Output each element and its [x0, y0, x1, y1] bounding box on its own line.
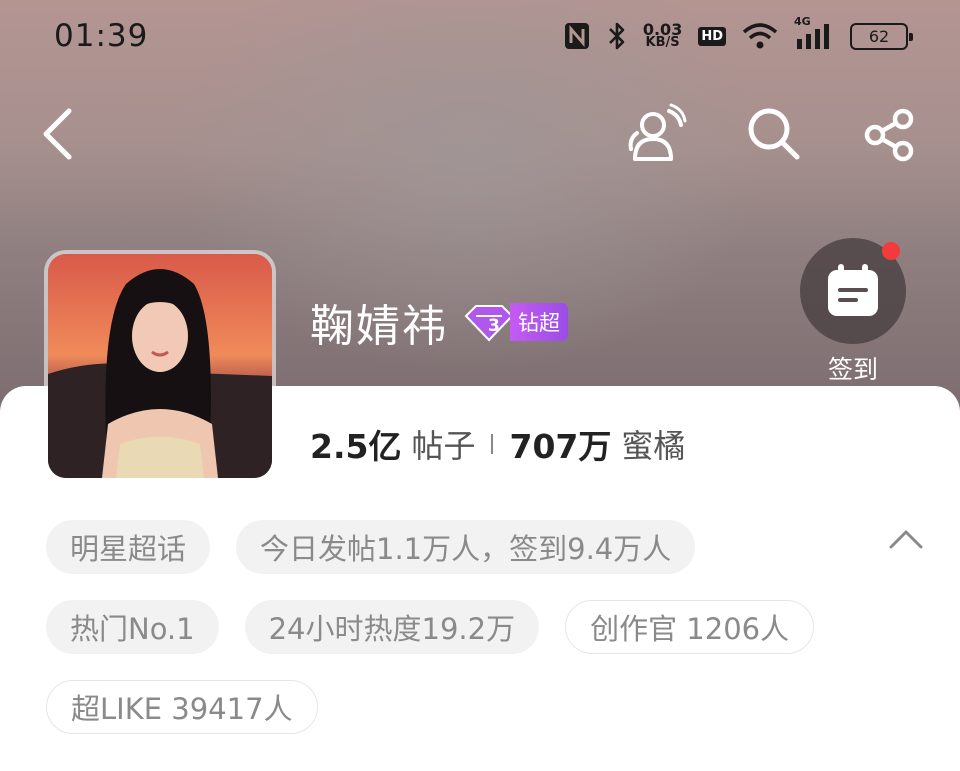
- back-button[interactable]: [30, 104, 84, 164]
- wifi-icon: [742, 22, 778, 50]
- stats-divider: [491, 434, 494, 454]
- level-badge[interactable]: 3 钻超: [462, 303, 568, 342]
- tag-row: 明星超话 今日发帖1.1万人，签到9.4万人: [46, 520, 926, 574]
- checkin-label: 签到: [827, 355, 878, 384]
- stats-row: 2.5亿 帖子 707万 蜜橘: [310, 420, 685, 468]
- tag-creators[interactable]: 创作官 1206人: [565, 600, 815, 654]
- badge-label: 钻超: [510, 303, 568, 341]
- search-button[interactable]: [742, 102, 804, 164]
- fans-count: 707万: [509, 427, 612, 466]
- bluetooth-icon: [607, 21, 627, 51]
- posts-label: 帖子: [411, 427, 476, 465]
- posts-count: 2.5亿: [310, 427, 402, 466]
- network-speed: 0.03 KB/S: [642, 20, 683, 50]
- avatar-image: [48, 254, 272, 478]
- tag-list: 明星超话 今日发帖1.1万人，签到9.4万人 热门No.1 24小时热度19.2…: [46, 520, 926, 760]
- share-icon: [864, 108, 914, 162]
- collapse-tags-button[interactable]: [888, 528, 924, 554]
- user-follow-icon: [628, 103, 687, 161]
- checkin-button[interactable]: 签到: [800, 238, 906, 386]
- avatar[interactable]: [44, 250, 276, 482]
- search-icon: [748, 108, 800, 160]
- profile-name: 鞠婧祎: [310, 301, 448, 352]
- tag-daily-activity[interactable]: 今日发帖1.1万人，签到9.4万人: [236, 520, 696, 574]
- nfc-icon: [563, 21, 591, 51]
- tag-super-like[interactable]: 超LIKE 39417人: [46, 680, 318, 734]
- tag-row: 热门No.1 24小时热度19.2万 创作官 1206人: [46, 600, 926, 654]
- status-time: 01:39: [54, 18, 149, 54]
- notification-dot: [882, 242, 900, 260]
- calendar-icon: [828, 264, 878, 316]
- share-button[interactable]: [858, 104, 920, 166]
- back-arrow-icon: [43, 108, 72, 160]
- checkin-circle: [800, 238, 906, 344]
- follow-button[interactable]: [622, 100, 690, 166]
- chevron-up-icon: [889, 530, 923, 549]
- profile-title-row: 鞠婧祎 3 钻超: [310, 290, 568, 354]
- status-bar: 01:39 0.03 KB/S HD 4G 62: [0, 0, 960, 72]
- tag-hot-rank[interactable]: 热门No.1: [46, 600, 219, 654]
- cellular-signal-icon: 4G: [794, 15, 834, 51]
- tag-row: 超LIKE 39417人: [46, 680, 926, 734]
- tag-24h-heat[interactable]: 24小时热度19.2万: [244, 600, 540, 654]
- battery-indicator: 62: [850, 22, 913, 50]
- hd-indicator: HD: [698, 26, 726, 46]
- tag-category[interactable]: 明星超话: [46, 520, 211, 574]
- fans-label: 蜜橘: [621, 427, 686, 465]
